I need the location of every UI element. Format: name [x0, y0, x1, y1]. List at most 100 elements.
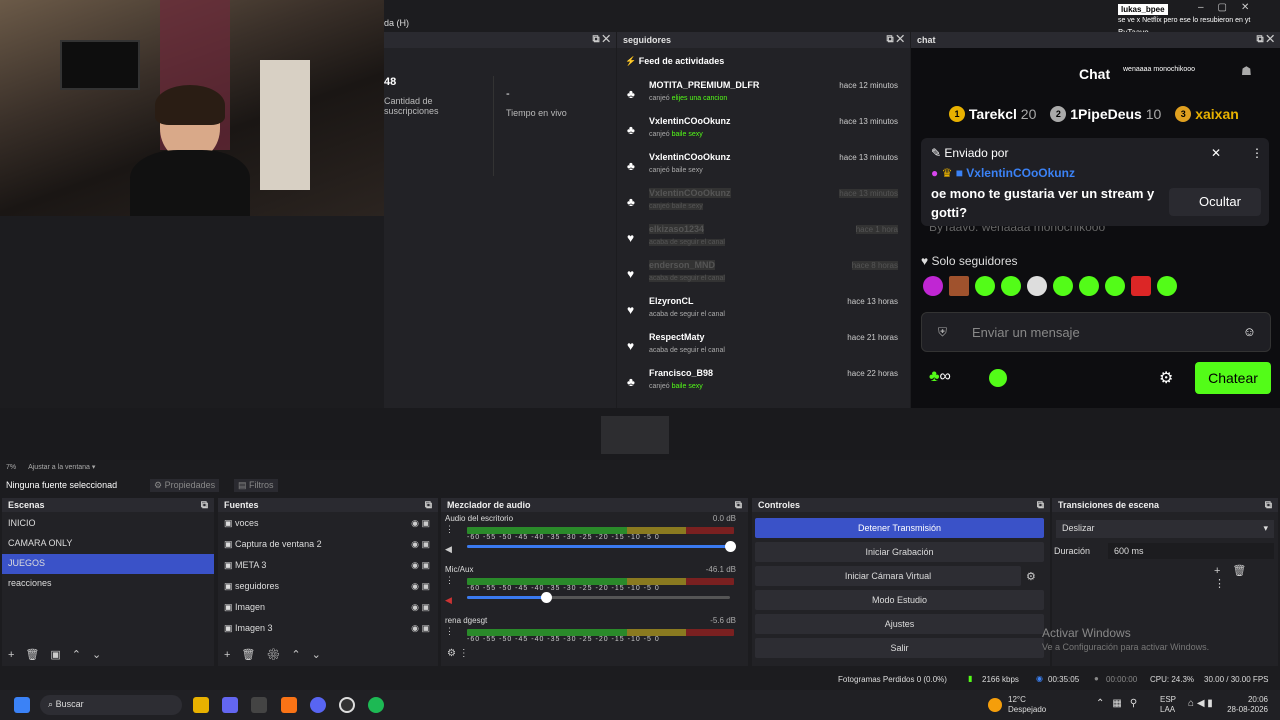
- teams-icon[interactable]: [222, 697, 238, 713]
- dock-float-close-icon[interactable]: ⧉ ✕: [886, 34, 904, 45]
- source-item[interactable]: ▣ Imagen ◉ ▣: [218, 598, 438, 619]
- hide-button[interactable]: Ocultar: [1169, 188, 1261, 216]
- control-button[interactable]: Iniciar Cámara Virtual: [755, 566, 1021, 586]
- visibility-lock-icon[interactable]: ◉ ▣: [411, 602, 430, 613]
- kick-icon[interactable]: [989, 369, 1007, 387]
- brave-icon[interactable]: [281, 697, 297, 713]
- network-icon[interactable]: ⌂ ◀ ▮: [1188, 698, 1213, 709]
- visibility-lock-icon[interactable]: ◉ ▣: [411, 581, 430, 592]
- emote[interactable]: [1053, 276, 1073, 296]
- duration-input[interactable]: 600 ms: [1108, 543, 1274, 559]
- language-indicator[interactable]: ESP LAA: [1160, 695, 1176, 715]
- taskbar-search[interactable]: ⌕ Buscar: [40, 695, 182, 715]
- scene-item[interactable]: INICIO: [2, 514, 214, 534]
- volume-slider[interactable]: [467, 592, 730, 603]
- source-item[interactable]: ▣ Captura de ventana 2 ◉ ▣: [218, 535, 438, 556]
- scene-item[interactable]: JUEGOS: [2, 554, 214, 574]
- app-icon[interactable]: [251, 697, 267, 713]
- channel-menu-icon[interactable]: ⋮: [445, 575, 454, 586]
- float-icon[interactable]: ⧉: [1037, 500, 1044, 511]
- unpin-icon[interactable]: ✕: [1211, 146, 1221, 160]
- settings-gear-icon[interactable]: ⚙: [1159, 368, 1173, 388]
- preview-canvas[interactable]: [0, 408, 1280, 460]
- visibility-lock-icon[interactable]: ◉ ▣: [411, 560, 430, 571]
- feed-username[interactable]: elkizaso1234: [649, 224, 705, 234]
- emote[interactable]: [1001, 276, 1021, 296]
- float-icon[interactable]: ⧉: [1265, 500, 1272, 511]
- windows-start-icon[interactable]: [14, 697, 30, 713]
- scene-item[interactable]: CAMARA ONLY: [2, 534, 214, 554]
- emote[interactable]: [923, 276, 943, 296]
- live-value: -: [506, 88, 510, 100]
- channel-menu-icon[interactable]: ⋮: [445, 524, 454, 535]
- speaker-icon[interactable]: ◀: [445, 544, 452, 555]
- source-item[interactable]: ▣ voces ◉ ▣: [218, 514, 438, 535]
- feed-username[interactable]: VxlentinCOoOkunz: [649, 188, 731, 198]
- control-button[interactable]: Ajustes: [755, 614, 1044, 634]
- feed-username[interactable]: RespectMaty: [649, 332, 705, 342]
- filters-button[interactable]: ▤ Filtros: [234, 479, 278, 492]
- visibility-lock-icon[interactable]: ◉ ▣: [411, 518, 430, 529]
- discord-icon[interactable]: [310, 697, 326, 713]
- source-item[interactable]: ▣ Imagen 3 ◉ ▣: [218, 619, 438, 640]
- dock-float-close-icon[interactable]: ⧉ ✕: [1256, 34, 1274, 45]
- obs-icon[interactable]: [339, 697, 355, 713]
- float-icon[interactable]: ⧉: [735, 500, 742, 511]
- control-button[interactable]: Iniciar Grabación: [755, 542, 1044, 562]
- leaderboard-entry[interactable]: 3 xaixan: [1175, 106, 1239, 122]
- emote[interactable]: [1157, 276, 1177, 296]
- emote[interactable]: [1027, 276, 1047, 296]
- emote[interactable]: [1079, 276, 1099, 296]
- scene-item[interactable]: reacciones: [2, 574, 214, 594]
- file-explorer-icon[interactable]: [193, 697, 209, 713]
- float-icon[interactable]: ⧉: [425, 500, 432, 511]
- feed-username[interactable]: MOTITA_PREMIUM_DLFR: [649, 80, 759, 90]
- transition-toolbar[interactable]: +🗑⋮: [1214, 564, 1278, 590]
- control-button[interactable]: Detener Transmisión: [755, 518, 1044, 538]
- feed-username[interactable]: VxlentinCOoOkunz: [649, 116, 731, 126]
- leaderboard-entry[interactable]: 2 1PipeDeus 10: [1050, 106, 1161, 122]
- source-item[interactable]: ▣ META 3 ◉ ▣: [218, 556, 438, 577]
- chat-send-button[interactable]: Chatear: [1195, 362, 1271, 394]
- users-icon[interactable]: ☗: [1241, 64, 1252, 78]
- source-item[interactable]: ▣ seguidores ◉ ▣: [218, 577, 438, 598]
- feed-username[interactable]: VxlentinCOoOkunz: [649, 152, 731, 162]
- virtual-cam-settings-icon[interactable]: ⚙: [1026, 570, 1036, 583]
- points-icon[interactable]: ♣∞: [929, 368, 951, 386]
- visibility-lock-icon[interactable]: ◉ ▣: [411, 539, 430, 550]
- chat-input[interactable]: ⛨ Enviar un mensaje ☺: [921, 312, 1271, 352]
- tray-icons[interactable]: ⌃▦⚲: [1096, 698, 1145, 709]
- feed-username[interactable]: enderson_MND: [649, 260, 716, 270]
- chevron-down-icon[interactable]: ▾: [92, 464, 96, 471]
- emote[interactable]: [1131, 276, 1151, 296]
- clock[interactable]: 20:06 28-08-2026: [1222, 695, 1268, 715]
- feed-username[interactable]: ElzyronCL: [649, 296, 694, 306]
- source-toolbar[interactable]: +🗑⚙⌃⌄: [224, 648, 332, 661]
- emote[interactable]: [975, 276, 995, 296]
- emoji-icon[interactable]: ☺: [1243, 324, 1256, 339]
- weather-widget[interactable]: 12°C Despejado: [1008, 695, 1046, 715]
- visibility-lock-icon[interactable]: ◉ ▣: [411, 623, 430, 634]
- pinned-author[interactable]: ● ♛ ■ VxlentinCOoOkunz: [931, 166, 1075, 180]
- menu-partial-label[interactable]: da (H): [384, 18, 409, 28]
- speaker-icon[interactable]: ◀: [445, 595, 452, 606]
- more-icon[interactable]: ⋮: [1251, 146, 1263, 160]
- spotify-icon[interactable]: [368, 697, 384, 713]
- float-icon[interactable]: ⧉: [201, 500, 208, 511]
- leaderboard-entry[interactable]: 1 Tarekcl 20: [949, 106, 1036, 122]
- fit-dropdown[interactable]: Ajustar a la ventana: [28, 464, 90, 471]
- volume-slider[interactable]: [467, 541, 736, 552]
- window-controls[interactable]: –▢✕: [1198, 2, 1263, 13]
- properties-button[interactable]: ⚙ Propiedades: [150, 479, 220, 492]
- control-button[interactable]: Salir: [755, 638, 1044, 658]
- control-button[interactable]: Modo Estudio: [755, 590, 1044, 610]
- emote[interactable]: [949, 276, 969, 296]
- dock-float-close-icon[interactable]: ⧉ ✕: [592, 34, 610, 45]
- transition-select[interactable]: Deslizar ▾: [1056, 520, 1274, 538]
- weather-icon[interactable]: [988, 698, 1002, 712]
- feed-username[interactable]: Francisco_B98: [649, 368, 713, 378]
- scene-toolbar[interactable]: +🗑▣⌃⌄: [8, 648, 112, 661]
- channel-menu-icon[interactable]: ⋮: [445, 626, 454, 637]
- emote[interactable]: [1105, 276, 1125, 296]
- mixer-gear-icon[interactable]: ⚙ ⋮: [447, 648, 469, 659]
